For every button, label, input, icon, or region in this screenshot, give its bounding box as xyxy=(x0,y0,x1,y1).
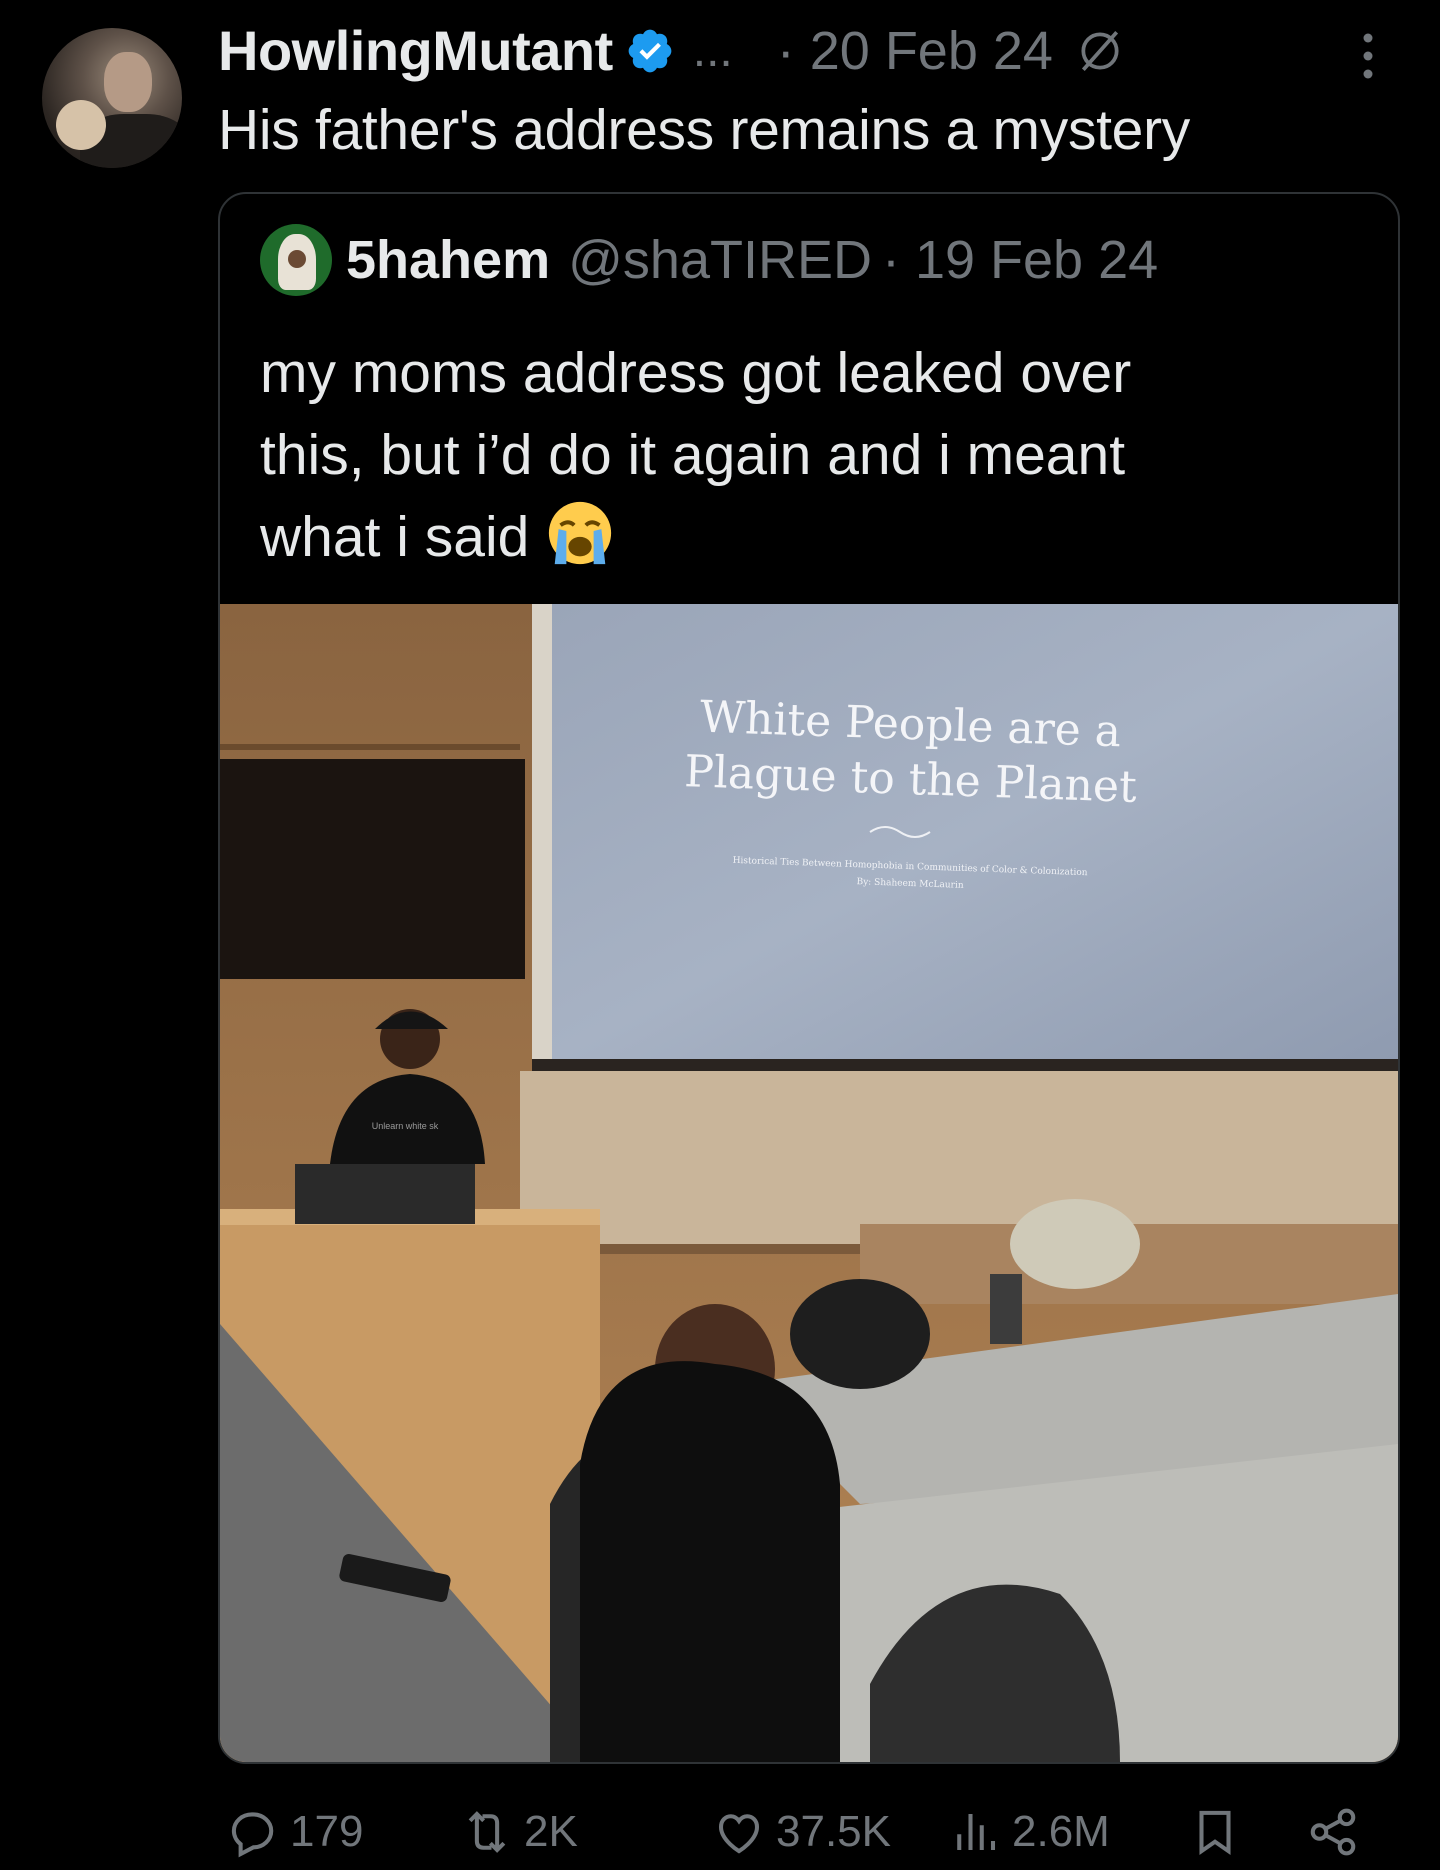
quoted-author-handle: @shaTIRED xyxy=(568,230,872,290)
reply-button[interactable]: 179 xyxy=(226,1800,363,1864)
share-button[interactable] xyxy=(1306,1800,1370,1864)
avatar-face xyxy=(56,100,106,150)
tweet-header: HowlingMutant ... · 20 Feb 24 xyxy=(218,16,1420,86)
repost-button[interactable]: 2K xyxy=(460,1800,578,1864)
verified-badge-icon[interactable] xyxy=(625,26,675,76)
quoted-text-segment: what i said xyxy=(260,505,530,569)
tweet-text: His father's address remains a mystery xyxy=(218,98,1190,162)
author-avatar[interactable] xyxy=(42,28,182,168)
like-count: 37.5K xyxy=(776,1807,891,1856)
classroom-photo: White People are a Plague to the Planet … xyxy=(220,604,1398,1762)
author-display-name[interactable]: HowlingMutant xyxy=(218,16,613,86)
quoted-tweet-text: my moms address got leaked over this, bu… xyxy=(260,332,1360,578)
attached-photo[interactable]: White People are a Plague to the Planet … xyxy=(220,604,1398,1762)
views-count: 2.6M xyxy=(1012,1807,1110,1856)
reply-count: 179 xyxy=(290,1807,364,1856)
quoted-tweet-header: 5hahem @shaTIRED · 19 Feb 24 xyxy=(260,224,1158,296)
views-button[interactable]: 2.6M xyxy=(948,1800,1110,1864)
repost-count: 2K xyxy=(524,1807,578,1856)
name-truncation: ... xyxy=(692,24,733,77)
share-icon xyxy=(1310,1808,1356,1856)
quoted-author-display-name: 5hahem xyxy=(346,230,551,290)
quoted-text-line: my moms address got leaked over xyxy=(260,341,1132,405)
quoted-text-line: what i said xyxy=(260,496,1360,578)
more-icon[interactable] xyxy=(1354,30,1382,82)
avatar-face xyxy=(288,250,306,268)
like-icon xyxy=(718,1814,760,1854)
quoted-text-line: this, but i’d do it again and i meant xyxy=(260,423,1126,487)
presenter-shirt-text: Unlearn white sk xyxy=(372,1121,439,1131)
loudly-crying-face-emoji xyxy=(549,501,612,565)
avatar-face xyxy=(104,52,152,112)
bookmark-icon xyxy=(1199,1810,1231,1856)
tweet-date[interactable]: · 20 Feb 24 xyxy=(777,16,1053,86)
bookmark-button[interactable] xyxy=(1188,1800,1252,1864)
views-icon xyxy=(957,1814,996,1850)
grok-icon[interactable] xyxy=(1075,26,1125,76)
reply-icon xyxy=(231,1812,274,1858)
like-button[interactable]: 37.5K xyxy=(712,1800,891,1864)
tweet-actions: 179 2K 37.5K 2.6M xyxy=(218,1800,1398,1870)
repost-icon xyxy=(468,1811,506,1853)
quoted-author-avatar xyxy=(260,224,332,296)
quoted-tweet-date: · 19 Feb 24 xyxy=(881,230,1159,290)
quoted-tweet[interactable]: 5hahem @shaTIRED · 19 Feb 24 my moms add… xyxy=(218,192,1400,1764)
